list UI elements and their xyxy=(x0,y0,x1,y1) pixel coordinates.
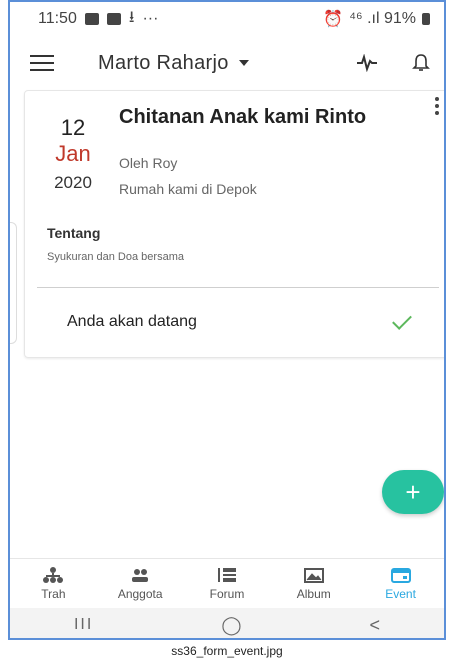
back-button[interactable]: < xyxy=(369,615,380,636)
bottom-navigation: Trah Anggota Forum Album Event xyxy=(10,558,444,609)
calendar-icon xyxy=(390,568,411,583)
nav-item-trah[interactable]: Trah xyxy=(13,567,93,601)
event-location: Rumah kami di Depok xyxy=(119,181,257,197)
nav-item-forum[interactable]: Forum xyxy=(187,567,267,601)
nav-label: Trah xyxy=(41,587,66,601)
family-selector[interactable]: Marto Raharjo xyxy=(98,52,249,75)
download-icon: ⭳ xyxy=(128,8,135,26)
status-bar: 11:50 ⭳ ··· ⏰ ⁴⁶ .ıl 91% xyxy=(10,2,444,36)
event-card[interactable]: 12 Jan 2020 Chitanan Anak kami Rinto Ole… xyxy=(24,90,444,358)
image-icon xyxy=(303,568,324,583)
alarm-icon: ⏰ xyxy=(323,11,344,28)
about-text: Syukuran dan Doa bersama xyxy=(47,251,184,263)
nav-label: Anggota xyxy=(117,587,163,601)
event-day: 12 xyxy=(60,115,86,140)
edge-panel-handle[interactable] xyxy=(10,222,17,344)
add-event-button[interactable]: + xyxy=(382,470,444,514)
event-month: Jan xyxy=(55,141,91,166)
event-title: Chitanan Anak kami Rinto xyxy=(119,106,367,128)
rsvp-label[interactable]: Anda akan datang xyxy=(67,313,197,331)
photo-notification-icon xyxy=(106,13,121,25)
phone-screen: 11:50 ⭳ ··· ⏰ ⁴⁶ .ıl 91% Marto Raharjo 1… xyxy=(8,0,446,640)
forum-list-icon xyxy=(217,568,236,582)
nav-label: Event xyxy=(385,587,416,601)
nav-label: Album xyxy=(296,587,331,601)
people-icon xyxy=(132,569,149,582)
nav-item-album[interactable]: Album xyxy=(274,567,354,601)
event-organizer: Oleh Roy xyxy=(119,155,178,171)
recent-apps-button[interactable]: III xyxy=(74,616,93,634)
gallery-notification-icon xyxy=(84,13,99,25)
bell-icon[interactable] xyxy=(412,53,430,73)
activity-icon[interactable] xyxy=(356,54,378,72)
page-title: Marto Raharjo xyxy=(98,51,229,74)
system-navigation-bar: III ◯ < xyxy=(10,608,444,638)
event-year: 2020 xyxy=(54,173,92,192)
menu-icon[interactable] xyxy=(30,55,54,71)
nav-item-anggota[interactable]: Anggota xyxy=(100,567,180,601)
about-label: Tentang xyxy=(47,225,101,241)
family-tree-icon xyxy=(43,567,64,583)
image-caption: ss36_form_event.jpg xyxy=(171,644,283,658)
home-button[interactable]: ◯ xyxy=(221,615,241,636)
nav-label: Forum xyxy=(209,587,245,601)
nav-item-event[interactable]: Event xyxy=(361,567,441,601)
signal-battery-text: ⁴⁶ .ıl 91% xyxy=(349,10,416,27)
check-icon[interactable] xyxy=(392,310,412,330)
event-date: 12 Jan 2020 xyxy=(45,115,101,197)
chevron-down-icon xyxy=(238,60,249,66)
app-bar: Marto Raharjo xyxy=(10,36,444,90)
battery-icon xyxy=(422,13,430,25)
status-time: 11:50 xyxy=(38,10,77,27)
divider xyxy=(37,287,439,288)
more-notifications: ··· xyxy=(142,10,159,27)
more-options-icon[interactable] xyxy=(435,97,439,115)
